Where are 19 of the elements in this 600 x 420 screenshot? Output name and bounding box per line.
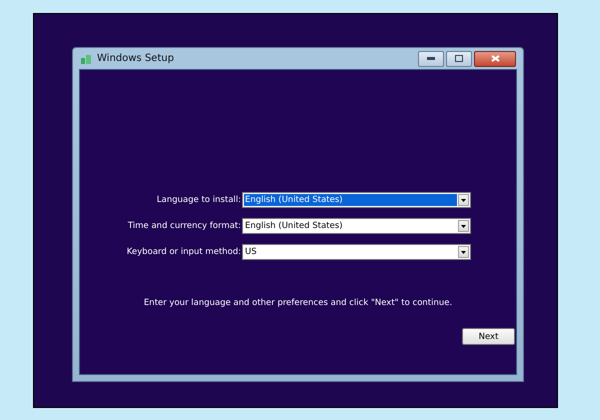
window-title: Windows Setup [97, 53, 174, 64]
maximize-button[interactable] [446, 50, 472, 66]
close-button[interactable] [474, 50, 516, 66]
instruction-text: Enter your language and other preferences and click "Next" to continue. [142, 298, 454, 308]
dropdown-field[interactable]: US [242, 244, 471, 260]
dropdown-field[interactable]: English (United States) [242, 218, 471, 234]
dropdown-arrow-icon [461, 224, 466, 228]
dropdown-field[interactable]: English (United States) [242, 192, 471, 208]
field-label: Keyboard or input method: [126, 247, 242, 257]
setup-icon [81, 54, 92, 64]
close-icon [490, 55, 500, 62]
maximize-icon [455, 55, 463, 62]
field-label: Time and currency format: [126, 221, 242, 231]
field-label: Language to install: [156, 195, 242, 205]
minimize-button[interactable] [418, 50, 444, 66]
dropdown-arrow-icon [461, 198, 466, 202]
minimize-icon [427, 57, 435, 60]
next-button[interactable]: Next [462, 328, 515, 345]
dropdown-arrow-icon [461, 250, 466, 254]
